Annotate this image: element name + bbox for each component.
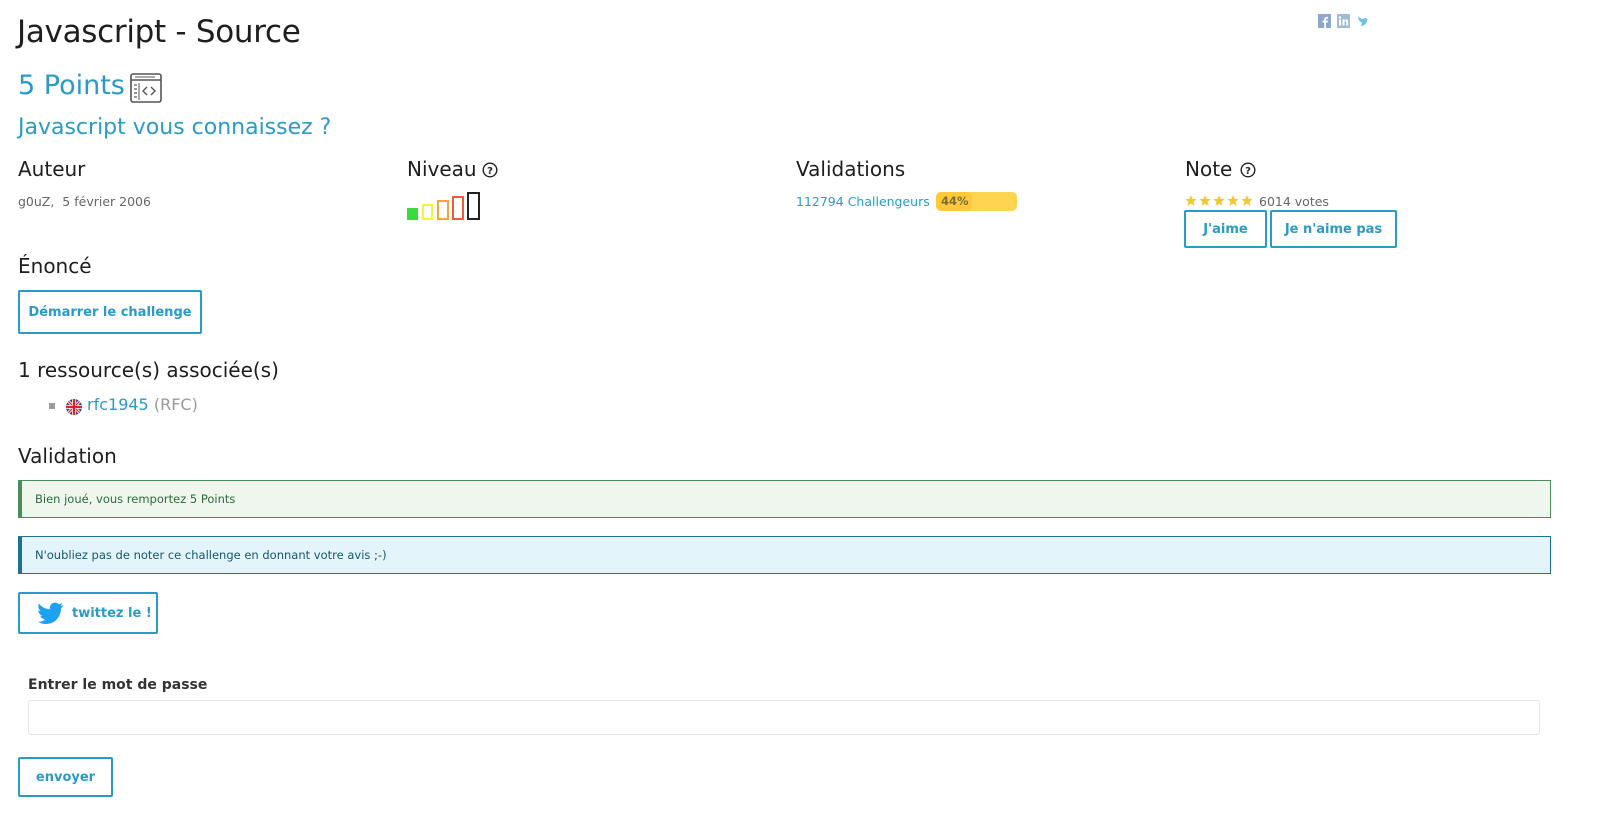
level-bar	[407, 208, 418, 220]
submit-button[interactable]: envoyer	[18, 757, 113, 797]
list-bullet	[49, 403, 55, 409]
success-alert: Bien joué, vous remportez 5 Points	[18, 480, 1551, 518]
author-heading: Auteur	[18, 157, 86, 181]
web-client-category-icon	[130, 73, 162, 103]
challenge-points: 5 Points	[18, 70, 125, 101]
note-help-icon[interactable]: ?	[1240, 162, 1256, 178]
info-message: N'oubliez pas de noter ce challenge en d…	[35, 548, 387, 562]
validation-progress: 44%	[936, 192, 1017, 211]
level-indicator	[407, 192, 487, 220]
star-icon	[1241, 195, 1253, 206]
note-heading: Note	[1185, 157, 1233, 181]
resource-link[interactable]: rfc1945	[87, 395, 149, 414]
twitter-bird-icon	[38, 602, 63, 624]
svg-text:?: ?	[1245, 166, 1251, 177]
statement-heading: Énoncé	[18, 254, 92, 278]
votes-count: 6014 votes	[1259, 194, 1329, 209]
password-label: Entrer le mot de passe	[28, 677, 208, 693]
resource-item: rfc1945 (RFC)	[87, 395, 198, 414]
resource-type: (RFC)	[153, 395, 198, 414]
star-icon	[1227, 195, 1239, 206]
facebook-icon[interactable]	[1318, 14, 1331, 28]
twitter-icon[interactable]	[1356, 14, 1369, 28]
level-bar	[437, 200, 449, 220]
level-bar	[422, 204, 433, 220]
resources-heading: 1 ressource(s) associée(s)	[18, 358, 279, 382]
author-info: g0uZ, 5 février 2006	[18, 194, 151, 209]
tweet-button-label: twittez le !	[72, 605, 152, 621]
dislike-button[interactable]: Je n'aime pas	[1270, 210, 1397, 248]
challengers-link[interactable]: 112794 Challengeurs	[796, 194, 930, 209]
validations-heading: Validations	[796, 157, 906, 181]
level-heading: Niveau	[407, 157, 477, 181]
star-icon	[1185, 195, 1197, 206]
validation-heading: Validation	[18, 444, 117, 468]
page-title: Javascript - Source	[17, 14, 301, 50]
author-date: 5 février 2006	[62, 194, 151, 209]
svg-text:?: ?	[487, 166, 493, 177]
validation-percent: 44%	[941, 194, 969, 208]
info-alert: N'oubliez pas de noter ce challenge en d…	[18, 536, 1551, 574]
like-button[interactable]: J'aime	[1184, 210, 1267, 248]
start-challenge-button[interactable]: Démarrer le challenge	[18, 290, 202, 334]
uk-flag-icon	[66, 399, 82, 415]
success-message: Bien joué, vous remportez 5 Points	[35, 492, 236, 506]
level-bar	[467, 192, 480, 220]
author-name[interactable]: g0uZ	[18, 194, 50, 209]
tweet-button[interactable]: twittez le !	[18, 592, 158, 634]
password-input[interactable]	[28, 700, 1540, 735]
star-icon	[1213, 195, 1225, 206]
star-icon	[1199, 195, 1211, 206]
level-help-icon[interactable]: ?	[482, 162, 498, 178]
linkedin-icon[interactable]	[1337, 14, 1350, 28]
rating-stars	[1185, 195, 1253, 206]
challenge-subtitle: Javascript vous connaissez ?	[18, 115, 332, 140]
level-bar	[452, 196, 464, 220]
